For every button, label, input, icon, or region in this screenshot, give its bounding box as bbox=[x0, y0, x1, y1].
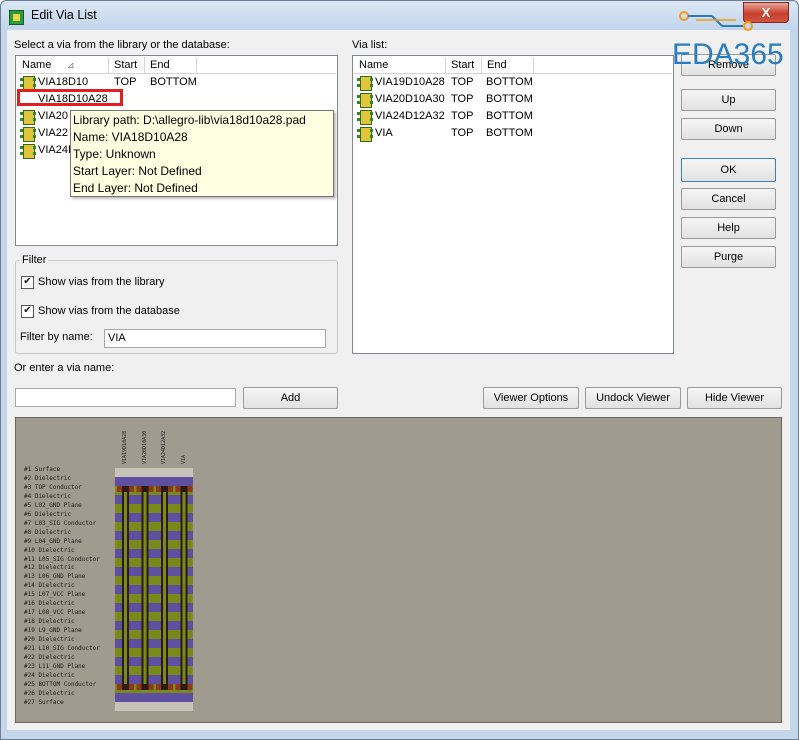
padstack-viewer[interactable]: #1 Surface #2 Dielectric #3 TOP Conductor #… bbox=[15, 417, 782, 723]
via-name: VIA19D10A28 bbox=[375, 76, 445, 88]
via-list-header: Name Start End bbox=[354, 57, 672, 74]
undock-viewer-button[interactable]: Undock Viewer bbox=[585, 387, 681, 409]
show-library-label[interactable]: Show vias from the library bbox=[38, 276, 165, 288]
highlight-box bbox=[17, 89, 123, 106]
via-barrel-core bbox=[163, 492, 166, 684]
enter-via-label: Or enter a via name: bbox=[14, 362, 115, 374]
via-name: VIA20 bbox=[38, 110, 68, 122]
via-name-input[interactable] bbox=[15, 388, 236, 407]
tooltip-end-layer: End Layer: Not Defined bbox=[73, 181, 198, 195]
via-name: VIA bbox=[375, 127, 393, 139]
via-list[interactable]: Name Start End VIA19D10A28 TOP BOTTOM VI… bbox=[352, 55, 674, 354]
app-icon bbox=[9, 10, 24, 25]
column-name-label: Name bbox=[22, 59, 52, 71]
filter-by-name-label: Filter by name: bbox=[20, 331, 93, 343]
help-button[interactable]: Help bbox=[681, 217, 776, 239]
show-database-label[interactable]: Show vias from the database bbox=[38, 305, 180, 317]
via-list-row[interactable]: VIA20D10A30 TOP BOTTOM bbox=[355, 91, 671, 108]
via-icon bbox=[20, 126, 36, 142]
via-barrel-core bbox=[143, 492, 147, 684]
via-list-row[interactable]: VIA19D10A28 TOP BOTTOM bbox=[355, 74, 671, 91]
via-end: BOTTOM bbox=[150, 76, 197, 88]
layer-band bbox=[115, 468, 193, 477]
purge-button[interactable]: Purge bbox=[681, 246, 776, 268]
via-icon bbox=[357, 75, 373, 91]
via-icon bbox=[20, 143, 36, 159]
column-start[interactable]: Start bbox=[109, 57, 145, 73]
up-button[interactable]: Up bbox=[681, 89, 776, 111]
ok-button[interactable]: OK bbox=[681, 158, 776, 182]
stackup-graphic bbox=[115, 468, 193, 711]
column-start[interactable]: Start bbox=[446, 57, 482, 73]
layer-band bbox=[115, 702, 193, 711]
add-button[interactable]: Add bbox=[243, 387, 338, 409]
eda365-logo: EDA365 bbox=[672, 11, 784, 70]
sort-arrow-icon: ⊿ bbox=[67, 60, 75, 70]
column-name[interactable]: Name ⊿ bbox=[17, 57, 109, 73]
via-end: BOTTOM bbox=[486, 110, 533, 122]
via-tooltip: Library path: D:\allegro-lib\via18d10a28… bbox=[70, 110, 334, 197]
via-name: VIA20D10A30 bbox=[375, 93, 445, 105]
cancel-button[interactable]: Cancel bbox=[681, 188, 776, 210]
via-barrel-core bbox=[124, 492, 127, 684]
column-name[interactable]: Name bbox=[354, 57, 446, 73]
tooltip-name: Name: VIA18D10A28 bbox=[73, 130, 188, 144]
library-list-label: Select a via from the library or the dat… bbox=[14, 39, 230, 51]
via-icon bbox=[20, 75, 36, 91]
svg-text:EDA365: EDA365 bbox=[672, 38, 784, 70]
show-database-checkbox[interactable]: ✔ bbox=[21, 305, 34, 318]
column-end[interactable]: End bbox=[482, 57, 534, 73]
tooltip-start-layer: Start Layer: Not Defined bbox=[73, 164, 202, 178]
via-list-label: Via list: bbox=[352, 39, 388, 51]
via-start: TOP bbox=[451, 76, 474, 88]
column-end[interactable]: End bbox=[145, 57, 197, 73]
via-end: BOTTOM bbox=[486, 127, 533, 139]
viewer-options-button[interactable]: Viewer Options bbox=[483, 387, 579, 409]
layer-band bbox=[115, 477, 193, 486]
via-icon bbox=[20, 109, 36, 125]
via-start: TOP bbox=[451, 93, 474, 105]
down-button[interactable]: Down bbox=[681, 118, 776, 140]
filter-name-input[interactable]: VIA bbox=[104, 329, 326, 348]
show-library-checkbox[interactable]: ✔ bbox=[21, 276, 34, 289]
layer-band bbox=[115, 693, 193, 702]
via-end: BOTTOM bbox=[486, 93, 533, 105]
via-icon bbox=[357, 92, 373, 108]
via-start: TOP bbox=[451, 127, 474, 139]
via-name: VIA24D12A32 bbox=[375, 110, 445, 122]
via-barrel-core bbox=[182, 492, 186, 684]
tooltip-library-path: Library path: D:\allegro-lib\via18d10a28… bbox=[73, 113, 306, 127]
window-title: Edit Via List bbox=[31, 8, 97, 22]
via-list-row[interactable]: VIA24D12A32 TOP BOTTOM bbox=[355, 108, 671, 125]
via-icon bbox=[357, 126, 373, 142]
filter-title: Filter bbox=[20, 254, 49, 266]
via-end: BOTTOM bbox=[486, 76, 533, 88]
tooltip-type: Type: Unknown bbox=[73, 147, 156, 161]
hide-viewer-button[interactable]: Hide Viewer bbox=[687, 387, 782, 409]
via-list-row[interactable]: VIA TOP BOTTOM bbox=[355, 125, 671, 142]
via-icon bbox=[357, 109, 373, 125]
via-name: VIA22 bbox=[38, 127, 68, 139]
via-start: TOP bbox=[451, 110, 474, 122]
library-list-header: Name ⊿ Start End bbox=[17, 57, 336, 74]
